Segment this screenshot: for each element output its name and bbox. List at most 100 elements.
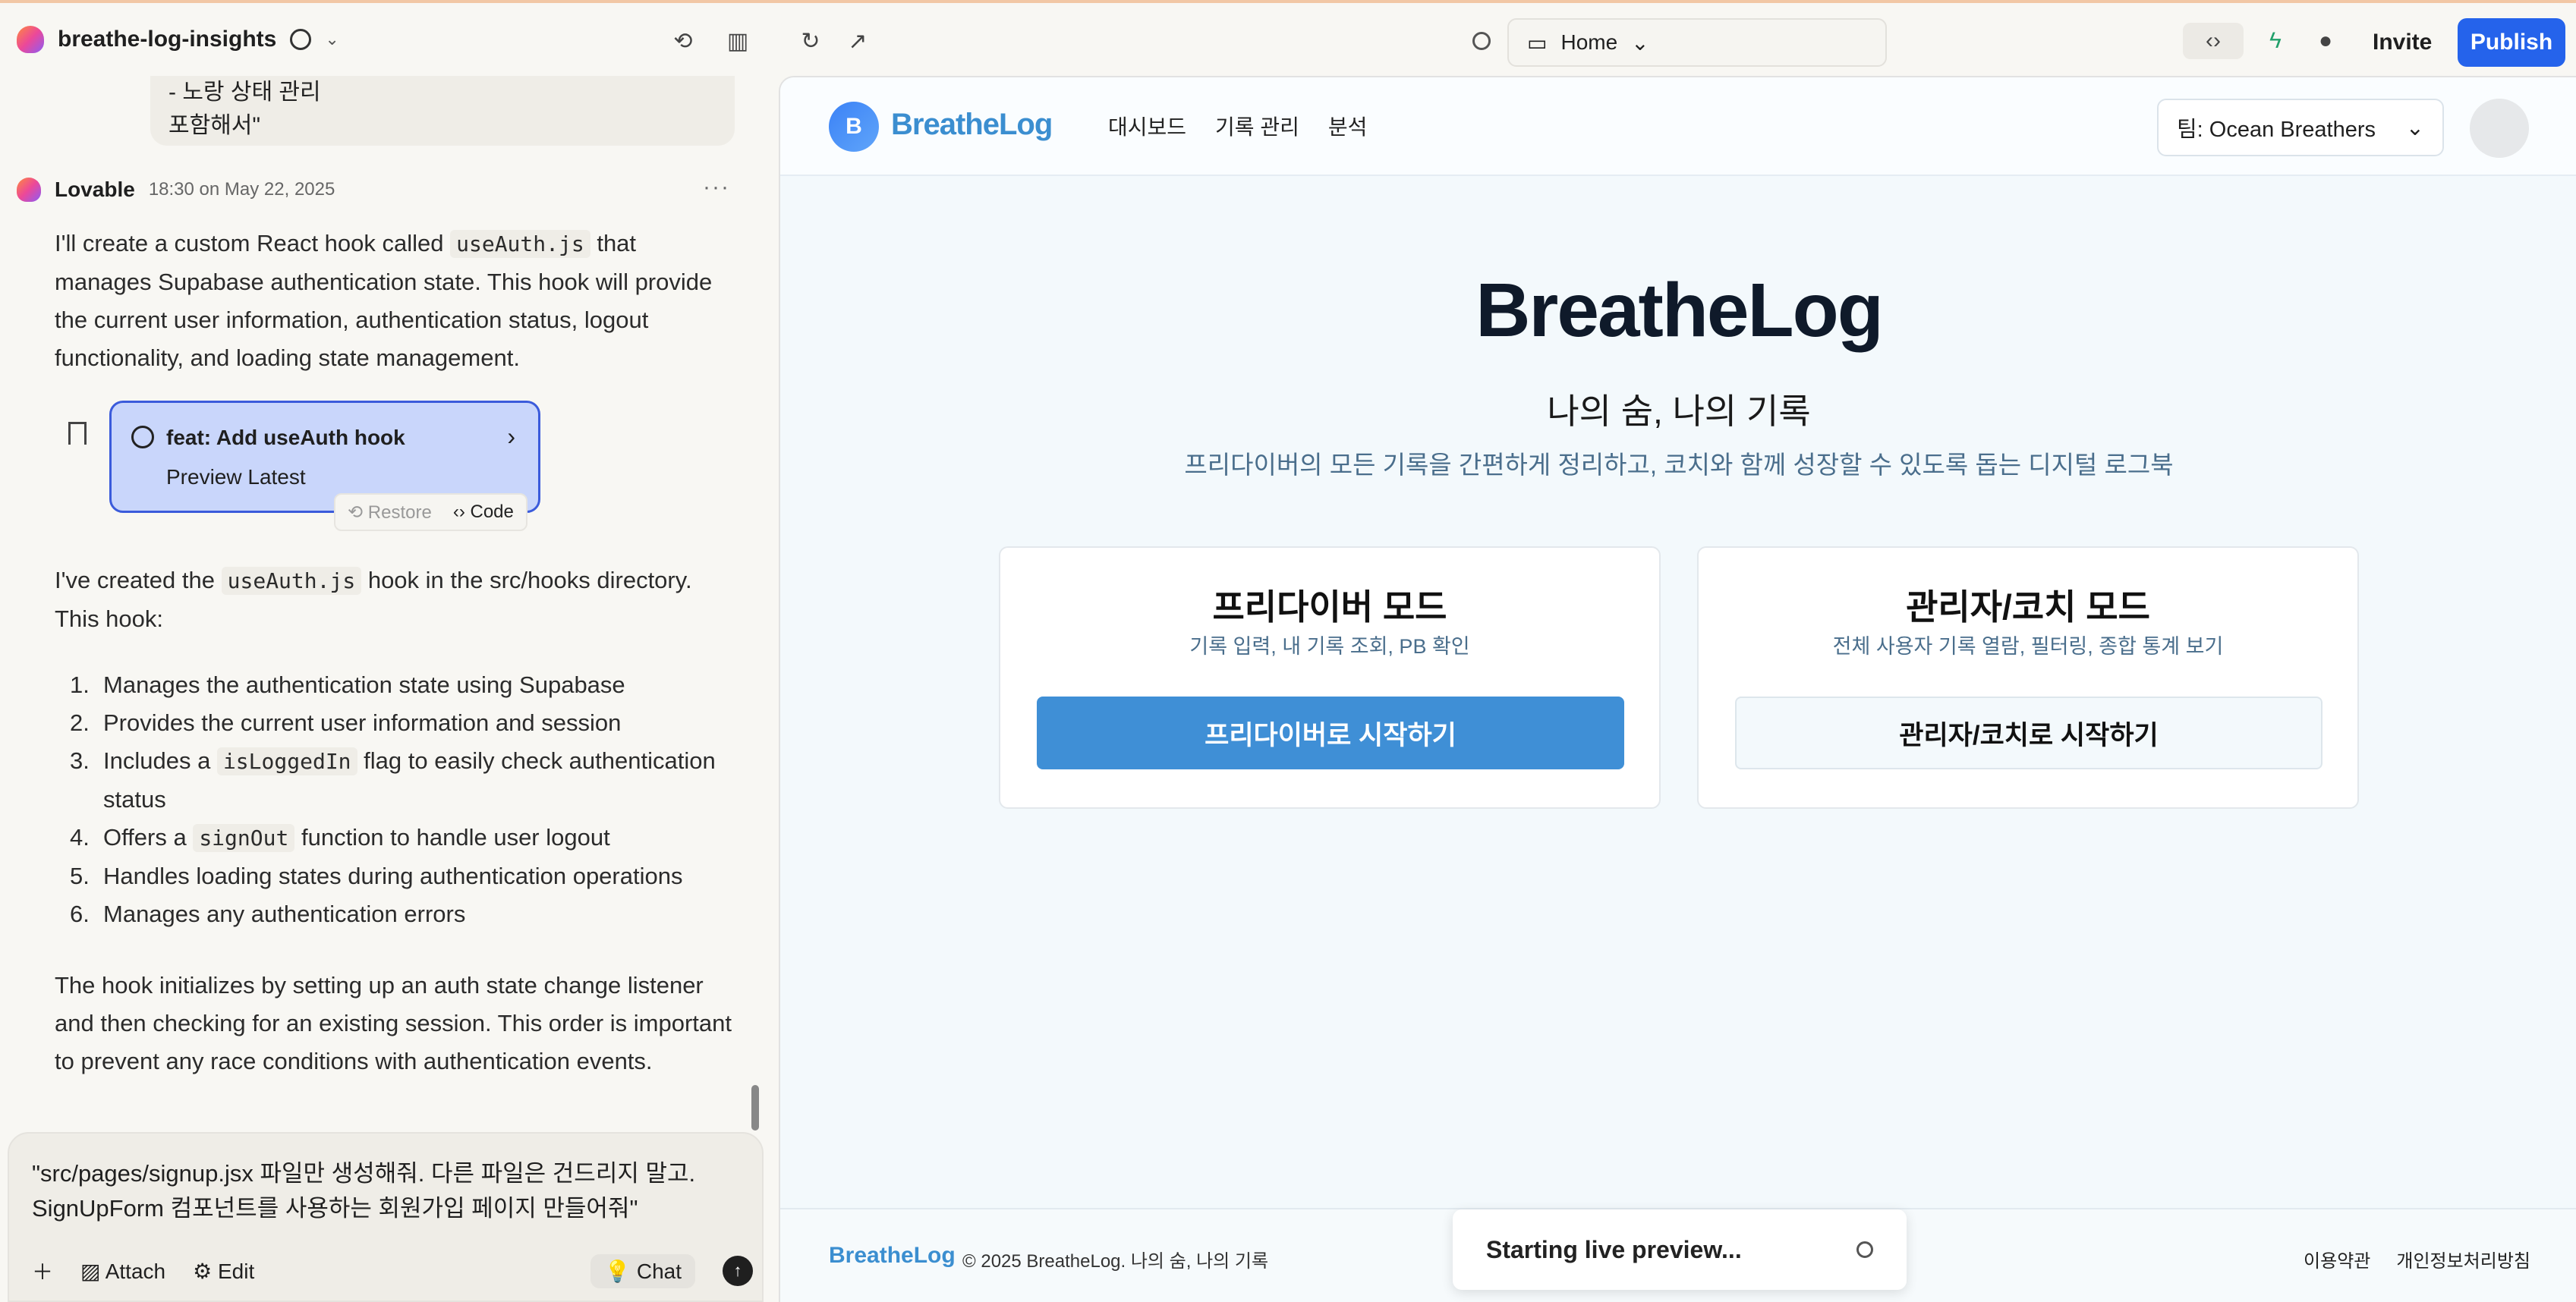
- avatar[interactable]: [2470, 99, 2529, 158]
- edit-button[interactable]: ⚙ Edit: [193, 1259, 254, 1284]
- feature-list: 1. Manages the authentication state using…: [55, 666, 753, 933]
- code-label: Code: [470, 502, 514, 522]
- publish-button[interactable]: Publish: [2458, 18, 2565, 67]
- list-item: 6. Manages any authentication errors: [55, 895, 753, 933]
- nav-link-analysis[interactable]: 분석: [1328, 111, 1368, 141]
- list-text-post: function to handle user logout: [301, 824, 610, 851]
- mode-description: 기록 입력, 내 기록 조회, PB 확인: [1189, 635, 1470, 658]
- bookmark-icon[interactable]: [68, 422, 87, 445]
- created-text: I've created the: [55, 567, 215, 593]
- supabase-icon[interactable]: ϟ: [2257, 23, 2294, 59]
- lovable-avatar-icon: [17, 178, 41, 202]
- code-view-icon[interactable]: ‹›: [2183, 23, 2244, 59]
- team-select[interactable]: 팀: Ocean Breathers ⌄: [2157, 99, 2444, 156]
- start-coach-button[interactable]: 관리자/코치로 시작하기: [1735, 697, 2322, 769]
- nav-link-records[interactable]: 기록 관리: [1215, 111, 1299, 141]
- live-preview-toast: Starting live preview...: [1453, 1209, 1907, 1290]
- list-number: 3.: [70, 747, 90, 774]
- edit-label: Edit: [218, 1259, 255, 1283]
- globe-icon[interactable]: [290, 29, 312, 50]
- list-text: Includes a isLoggedIn flag to easily che…: [103, 742, 753, 819]
- invite-button[interactable]: Invite: [2356, 18, 2448, 67]
- top-bar: breathe-log-insights ⌄ ⟲ ▥ ↻ ↗ ▭ Home ⌄ …: [0, 0, 2576, 76]
- history-icon[interactable]: ⟲: [665, 23, 701, 59]
- intro-text: I'll create a custom React hook called: [55, 230, 444, 256]
- message-outro: The hook initializes by setting up an au…: [55, 972, 732, 1074]
- start-freediver-button[interactable]: 프리다이버로 시작하기: [1037, 697, 1624, 769]
- terms-link[interactable]: 이용약관: [2304, 1246, 2370, 1272]
- list-text-pre: Offers a: [103, 824, 187, 851]
- more-options-icon[interactable]: ···: [703, 175, 730, 200]
- commit-title: feat: Add useAuth hook: [166, 426, 405, 449]
- send-icon[interactable]: ↑: [723, 1256, 753, 1286]
- chevron-down-icon: ⌄: [1631, 30, 1649, 55]
- message-created: I've created the useAuth.js hook in the …: [55, 561, 738, 638]
- coach-mode-card: 관리자/코치 모드 전체 사용자 기록 열람, 필터링, 종합 통계 보기 관리…: [1697, 546, 2359, 809]
- attach-label: Attach: [105, 1259, 166, 1283]
- freediver-mode-card: 프리다이버 모드 기록 입력, 내 기록 조회, PB 확인 프리다이버로 시작…: [999, 546, 1661, 809]
- chat-mode-button[interactable]: 💡 Chat: [590, 1253, 695, 1288]
- commit-actions: ⟲ Restore ‹› Code: [334, 493, 527, 531]
- list-text: Provides the current user information an…: [103, 709, 622, 736]
- composer-toolbar: ＋ ▨ Attach ⚙ Edit 💡 Chat ↑: [32, 1252, 753, 1290]
- mode-title: 관리자/코치 모드: [1906, 587, 2150, 627]
- laptop-icon: ▭: [1527, 30, 1548, 55]
- hero-subtitle: 나의 숨, 나의 기록: [1547, 392, 1811, 431]
- spinner-icon: [1856, 1241, 1873, 1258]
- project-switcher[interactable]: breathe-log-insights ⌄: [17, 26, 339, 53]
- attach-button[interactable]: ▨ Attach: [80, 1259, 165, 1284]
- preview-pane: B BreatheLog 대시보드 기록 관리 분석 팀: Ocean Brea…: [779, 76, 2576, 1302]
- message-time: 18:30 on May 22, 2025: [148, 179, 335, 200]
- restore-button[interactable]: ⟲ Restore: [348, 502, 432, 524]
- list-number: 4.: [70, 824, 90, 851]
- footer-links: 이용약관 개인정보처리방침: [2304, 1246, 2530, 1272]
- list-item: 3. Includes a isLoggedIn flag to easily c…: [55, 742, 753, 819]
- list-text: Handles loading states during authentica…: [103, 863, 683, 889]
- plus-icon[interactable]: ＋: [32, 1256, 53, 1286]
- list-text: Manages the authentication state using S…: [103, 671, 625, 698]
- github-icon[interactable]: ●: [2307, 23, 2344, 59]
- site-nav-links: 대시보드 기록 관리 분석: [1108, 111, 1367, 141]
- footer-copyright: © 2025 BreatheLog. 나의 숨, 나의 기록: [962, 1251, 1269, 1272]
- refresh-icon[interactable]: ↻: [792, 23, 829, 59]
- footer-brand: BreatheLog: [829, 1243, 956, 1268]
- route-selector[interactable]: ▭ Home ⌄: [1507, 18, 1887, 67]
- chat-label: Chat: [636, 1259, 682, 1283]
- mode-description: 전체 사용자 기록 열람, 필터링, 종합 통계 보기: [1832, 635, 2224, 658]
- user-message-bubble: - 노랑 상태 관리 포함해서": [150, 76, 735, 146]
- inline-code: useAuth.js: [450, 230, 590, 258]
- hero-description: 프리다이버의 모든 기록을 간편하게 정리하고, 코치와 함께 성장할 수 있도…: [1184, 451, 2174, 479]
- restore-label: Restore: [367, 502, 432, 523]
- code-button[interactable]: ‹› Code: [453, 502, 514, 523]
- brand-name[interactable]: BreatheLog: [891, 108, 1053, 142]
- nav-link-dashboard[interactable]: 대시보드: [1108, 111, 1186, 141]
- inline-code: isLoggedIn: [216, 747, 357, 775]
- list-number: 5.: [70, 863, 90, 889]
- message-author: Lovable: [55, 178, 135, 201]
- project-name[interactable]: breathe-log-insights: [58, 27, 276, 52]
- message-intro: I'll create a custom React hook called u…: [55, 225, 738, 377]
- list-item: 4. Offers a signOut function to handle us…: [55, 819, 753, 857]
- list-number: 1.: [70, 671, 90, 698]
- list-number: 6.: [70, 901, 90, 927]
- chevron-right-icon: ›: [507, 423, 515, 450]
- chevron-down-icon[interactable]: ⌄: [325, 30, 339, 49]
- site-navbar: B BreatheLog 대시보드 기록 관리 분석 팀: Ocean Brea…: [780, 77, 2576, 176]
- hero-title: BreatheLog: [1475, 268, 1884, 353]
- bubble-line: 포함해서": [168, 113, 261, 138]
- privacy-link[interactable]: 개인정보처리방침: [2396, 1246, 2530, 1272]
- composer-input[interactable]: "src/pages/signup.jsx 파일만 생성해줘. 다른 파일은 건…: [32, 1156, 745, 1226]
- chat-scrollbar[interactable]: [751, 1085, 759, 1131]
- list-text: Manages any authentication errors: [103, 901, 466, 927]
- brand-logo-icon[interactable]: B: [829, 102, 879, 152]
- toast-text: Starting live preview...: [1486, 1235, 1742, 1263]
- commit-preview-label: Preview Latest: [166, 465, 306, 489]
- mode-title: 프리다이버 모드: [1212, 587, 1447, 627]
- chat-composer[interactable]: "src/pages/signup.jsx 파일만 생성해줘. 다른 파일은 건…: [8, 1132, 764, 1302]
- chevron-down-icon: ⌄: [2405, 115, 2424, 140]
- sidebar-toggle-icon[interactable]: ▥: [720, 23, 756, 59]
- globe-icon: [131, 426, 154, 448]
- open-external-icon[interactable]: ↗: [839, 23, 876, 59]
- list-item: 5. Handles loading states during authenti…: [55, 857, 753, 895]
- list-text-pre: Includes a: [103, 747, 211, 774]
